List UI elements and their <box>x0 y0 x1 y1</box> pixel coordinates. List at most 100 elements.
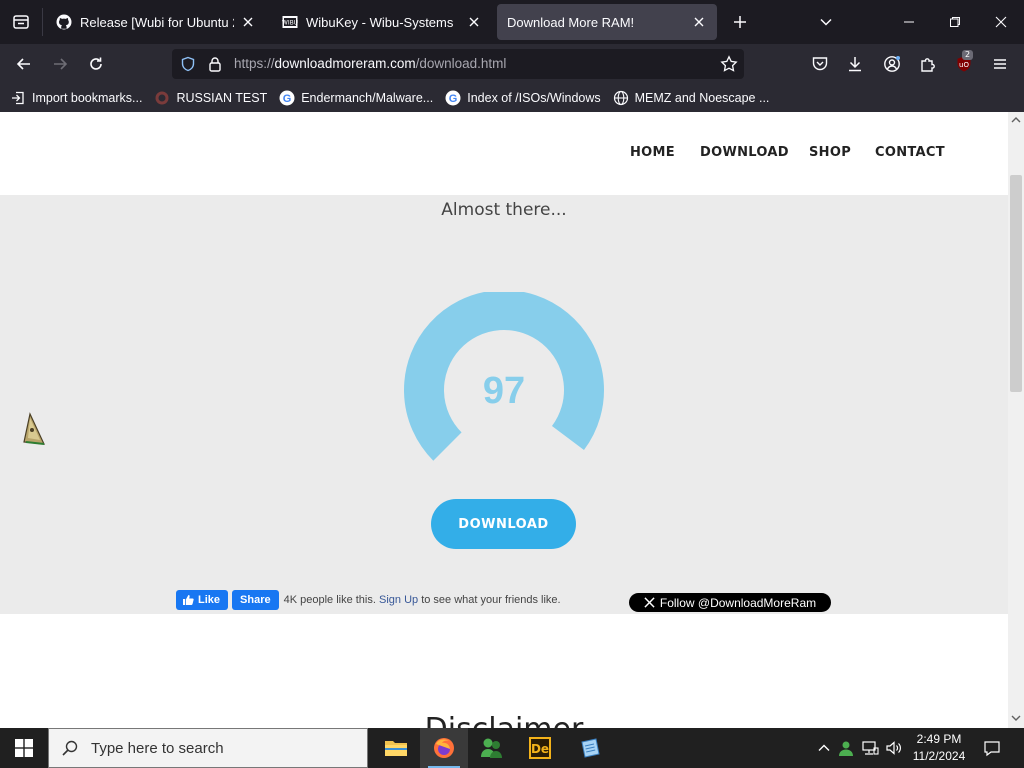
facebook-share-button[interactable]: Share <box>232 590 279 610</box>
taskbar-de-app[interactable]: De <box>516 728 564 768</box>
twitter-follow-button[interactable]: Follow @DownloadMoreRam <box>629 593 831 612</box>
reload-icon <box>90 57 102 70</box>
extensions-button[interactable] <box>916 52 940 76</box>
puzzle-icon <box>921 58 935 72</box>
close-icon <box>694 17 704 27</box>
scroll-down-arrow-icon[interactable] <box>1010 712 1022 724</box>
start-button[interactable] <box>0 728 48 768</box>
facebook-signup-link[interactable]: Sign Up <box>379 594 418 606</box>
almost-there-heading: Almost there... <box>441 200 567 220</box>
facebook-like-button[interactable]: Like <box>176 590 229 610</box>
custom-cursor-icon <box>23 412 45 445</box>
volume-icon <box>886 741 901 755</box>
tab-close-button[interactable] <box>240 14 256 30</box>
svg-text:De: De <box>531 742 549 756</box>
tray-overflow-button[interactable] <box>814 738 834 758</box>
import-icon <box>10 90 26 106</box>
url-scheme: https:// <box>234 56 275 71</box>
reload-button[interactable] <box>84 52 108 76</box>
tracking-protection-icon[interactable] <box>180 56 196 72</box>
scrollbar-thumb[interactable] <box>1010 175 1022 392</box>
url-text[interactable]: https://downloadmoreram.com/download.htm… <box>234 56 506 71</box>
close-icon <box>995 16 1007 28</box>
bookmark-memz-noescape[interactable]: MEMZ and Noescape ... <box>613 90 770 106</box>
tray-messenger-button[interactable] <box>836 738 856 758</box>
notification-center-button[interactable] <box>982 738 1002 758</box>
restore-icon <box>950 17 960 27</box>
forward-button[interactable] <box>48 52 72 76</box>
close-icon <box>469 17 479 27</box>
url-bar[interactable]: https://downloadmoreram.com/download.htm… <box>172 49 744 79</box>
tray-volume-button[interactable] <box>884 738 904 758</box>
x-logo-icon <box>644 597 655 608</box>
globe-icon <box>613 90 629 106</box>
tray-person-icon <box>839 741 853 756</box>
minimize-icon <box>904 21 914 23</box>
taskbar-file-explorer[interactable] <box>372 728 420 768</box>
new-tab-button[interactable] <box>728 10 752 34</box>
bookmark-label: Import bookmarks... <box>32 91 143 105</box>
facebook-like-widget: Like Share 4K people like this. Sign Up … <box>176 590 561 610</box>
svg-text:uO: uO <box>959 61 969 69</box>
clock-date: 11/2/2024 <box>912 749 966 763</box>
taskbar-messenger[interactable] <box>468 728 516 768</box>
windows-logo-icon <box>15 739 33 757</box>
hamburger-menu-icon <box>994 59 1006 69</box>
bookmarks-toolbar: Import bookmarks... RUSSIAN TEST G Ender… <box>0 84 1024 112</box>
download-icon <box>849 57 861 72</box>
nav-shop-link[interactable]: SHOP <box>809 145 851 160</box>
bookmark-import[interactable]: Import bookmarks... <box>10 90 142 106</box>
like-count: 4K people like this. <box>283 594 376 606</box>
back-button[interactable] <box>12 52 36 76</box>
tab-list-button[interactable] <box>0 0 42 44</box>
google-icon: G <box>445 90 461 106</box>
downloads-button[interactable] <box>843 52 867 76</box>
svg-text:G: G <box>449 93 458 105</box>
clock-time: 2:49 PM <box>916 732 962 746</box>
chevron-down-icon <box>820 18 832 26</box>
bookmark-label: MEMZ and Noescape ... <box>634 91 770 105</box>
bookmark-endermanch-malware[interactable]: G Endermanch/Malware... <box>279 90 433 106</box>
page-footer: Disclaimer <box>0 614 1008 728</box>
bookmark-index-isos[interactable]: G Index of /ISOs/Windows <box>445 90 601 106</box>
facebook-like-text: 4K people like this. Sign Up to see what… <box>284 594 561 606</box>
wibu-icon: WIBU <box>282 14 298 30</box>
url-path: /download.html <box>415 56 507 71</box>
nav-contact-link[interactable]: CONTACT <box>875 145 945 160</box>
account-button[interactable] <box>880 52 904 76</box>
tab-close-button[interactable] <box>466 14 482 30</box>
nav-download-link[interactable]: DOWNLOAD <box>700 145 789 160</box>
pocket-button[interactable] <box>808 52 832 76</box>
taskbar-notepad-app[interactable] <box>566 728 614 768</box>
tab-separator <box>42 8 43 36</box>
site-icon <box>154 90 170 106</box>
tab-title: Release [Wubi for Ubuntu 22.04 <box>80 14 234 30</box>
tab-download-more-ram[interactable]: Download More RAM! <box>497 4 717 40</box>
tab-release-wubi[interactable]: Release [Wubi for Ubuntu 22.04 <box>46 4 266 40</box>
windows-taskbar: Type here to search De 2:49 PM 11/2/2024 <box>0 728 1024 768</box>
bookmark-russian-test[interactable]: RUSSIAN TEST <box>154 90 267 106</box>
arrow-left-icon <box>16 58 30 70</box>
taskbar-clock[interactable]: 2:49 PM 11/2/2024 <box>906 731 972 765</box>
taskbar-search-box[interactable]: Type here to search <box>48 728 368 768</box>
restore-button[interactable] <box>932 0 978 44</box>
site-header: HOME DOWNLOAD SHOP CONTACT <box>0 112 1008 195</box>
lock-icon[interactable] <box>207 56 223 72</box>
extension-badge: 2 <box>962 50 974 60</box>
tab-wibukey[interactable]: WIBU WibuKey - Wibu-Systems <box>272 4 492 40</box>
download-button[interactable]: DOWNLOAD <box>431 499 576 549</box>
tab-close-button[interactable] <box>691 14 707 30</box>
signup-suffix: to see what your friends like. <box>421 594 561 606</box>
list-all-tabs-button[interactable] <box>814 10 838 34</box>
close-window-button[interactable] <box>978 0 1024 44</box>
scroll-up-arrow-icon[interactable] <box>1010 114 1022 126</box>
taskbar-firefox[interactable] <box>420 728 468 768</box>
app-menu-button[interactable] <box>988 52 1012 76</box>
network-icon <box>862 741 879 755</box>
minimize-button[interactable] <box>886 0 932 44</box>
tab-title: WibuKey - Wibu-Systems <box>306 14 454 30</box>
nav-home-link[interactable]: HOME <box>630 145 675 160</box>
bookmark-star-icon[interactable] <box>720 55 738 73</box>
tab-list-icon <box>13 15 29 29</box>
tray-network-button[interactable] <box>860 738 880 758</box>
